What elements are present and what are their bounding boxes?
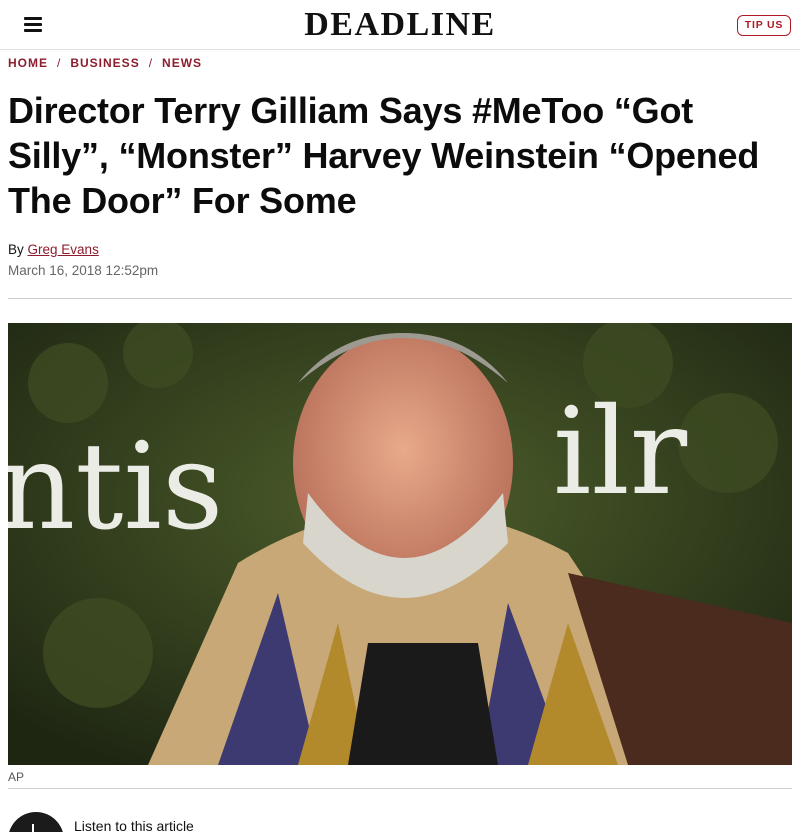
listen-to-article[interactable]: Listen to this article bbox=[8, 812, 792, 832]
breadcrumb-business[interactable]: BUSINESS bbox=[70, 56, 139, 70]
audio-play-icon[interactable] bbox=[8, 812, 64, 832]
author-link[interactable]: Greg Evans bbox=[28, 242, 99, 257]
breadcrumb: HOME / BUSINESS / NEWS bbox=[8, 56, 202, 70]
publish-date: March 16, 2018 12:52pm bbox=[8, 263, 159, 278]
listen-label[interactable]: Listen to this article bbox=[74, 818, 194, 832]
hero-photo-illustration: ntis ilr bbox=[8, 323, 792, 765]
divider bbox=[8, 298, 792, 299]
breadcrumb-home[interactable]: HOME bbox=[8, 56, 48, 70]
byline-prefix: By bbox=[8, 242, 24, 257]
photo-credit: AP bbox=[8, 770, 25, 784]
site-logo[interactable]: DEADLINE bbox=[0, 6, 800, 44]
breadcrumb-separator: / bbox=[148, 56, 154, 70]
article-hero-image: ntis ilr bbox=[8, 323, 792, 765]
svg-text:ilr: ilr bbox=[553, 383, 688, 522]
breadcrumb-separator: / bbox=[57, 56, 62, 70]
svg-text:ntis: ntis bbox=[8, 418, 223, 557]
divider bbox=[8, 788, 792, 789]
byline: By Greg Evans bbox=[8, 242, 99, 257]
breadcrumb-news[interactable]: NEWS bbox=[162, 56, 202, 70]
article-title: Director Terry Gilliam Says #MeToo “Got … bbox=[8, 90, 760, 221]
site-header: DEADLINE TIP US bbox=[0, 0, 800, 50]
tip-us-button[interactable]: TIP US bbox=[737, 15, 791, 36]
